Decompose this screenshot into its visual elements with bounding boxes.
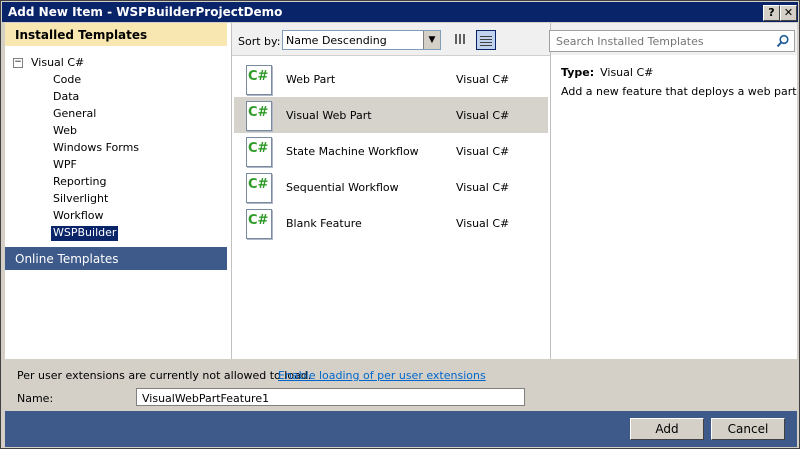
search-bar [549, 23, 797, 55]
sort-dropdown[interactable]: Name Descending ▼ [282, 30, 441, 50]
tree-item-data[interactable]: Data [51, 90, 81, 105]
tree-root-visual-csharp[interactable]: − Visual C# [13, 56, 84, 69]
help-button[interactable]: ? [763, 5, 780, 21]
template-description: Add a new feature that deploys a web par… [561, 85, 797, 98]
template-name: Visual Web Part [286, 109, 372, 122]
tree-item-silverlight[interactable]: Silverlight [51, 192, 110, 207]
collapse-icon[interactable]: − [13, 58, 23, 68]
small-icons-view-button[interactable] [451, 30, 469, 48]
template-row[interactable]: C# Visual Web Part Visual C# [234, 97, 548, 133]
sort-dropdown-value: Name Descending [286, 34, 387, 47]
csharp-file-icon: C# [246, 209, 272, 239]
small-icons-view-icon [455, 34, 465, 44]
csharp-icon-text: C# [248, 213, 269, 228]
close-button[interactable]: ✕ [780, 5, 797, 21]
tree-item-web[interactable]: Web [51, 124, 79, 139]
installed-templates-header[interactable]: Installed Templates [5, 23, 227, 46]
tree-item-code[interactable]: Code [51, 73, 83, 88]
sort-by-label: Sort by: [238, 35, 281, 48]
template-row[interactable]: C# State Machine Workflow Visual C# [234, 133, 548, 169]
tree-item-reporting[interactable]: Reporting [51, 175, 108, 190]
template-name: Sequential Workflow [286, 181, 399, 194]
template-language: Visual C# [456, 217, 510, 230]
add-button[interactable]: Add [630, 418, 704, 440]
template-name: Blank Feature [286, 217, 362, 230]
enable-extensions-link[interactable]: Enable loading of per user extensions [278, 369, 486, 382]
name-section: Per user extensions are currently not al… [5, 359, 797, 411]
csharp-file-icon: C# [246, 65, 272, 95]
online-templates-header[interactable]: Online Templates [5, 247, 227, 270]
templates-list-pane: Sort by: Name Descending ▼ C# Web Part Vis… [231, 23, 551, 359]
tree-item-windows-forms[interactable]: Windows Forms [51, 141, 141, 156]
dialog-content: Installed Templates − Visual C# Code Data G… [5, 23, 797, 359]
csharp-icon-text: C# [248, 69, 269, 84]
tree-item-wspbuilder[interactable]: WSPBuilder [51, 226, 119, 241]
csharp-icon-text: C# [248, 141, 269, 156]
chevron-down-icon[interactable]: ▼ [423, 31, 440, 49]
template-categories-pane: Installed Templates − Visual C# Code Data G… [5, 23, 227, 359]
tree-item-wpf[interactable]: WPF [51, 158, 79, 173]
extensions-message: Per user extensions are currently not al… [17, 369, 312, 382]
csharp-icon-text: C# [248, 177, 269, 192]
name-field-box[interactable] [136, 388, 525, 406]
csharp-file-icon: C# [246, 137, 272, 167]
dialog-footer: Add Cancel [5, 411, 797, 447]
template-language: Visual C# [456, 181, 510, 194]
search-input[interactable] [554, 33, 770, 49]
dialog-title: Add New Item - WSPBuilderProjectDemo [8, 5, 283, 19]
add-new-item-dialog: Add New Item - WSPBuilderProjectDemo ? ✕… [0, 0, 800, 449]
name-label: Name: [17, 392, 54, 405]
sort-toolbar: Sort by: Name Descending ▼ [232, 23, 550, 56]
csharp-file-icon: C# [246, 101, 272, 131]
template-row[interactable]: C# Sequential Workflow Visual C# [234, 169, 548, 205]
template-row[interactable]: C# Web Part Visual C# [234, 61, 548, 97]
search-icon[interactable] [776, 34, 790, 48]
name-field[interactable] [140, 390, 524, 406]
template-language: Visual C# [456, 109, 510, 122]
template-language: Visual C# [456, 73, 510, 86]
template-row[interactable]: C# Blank Feature Visual C# [234, 205, 548, 241]
title-bar: Add New Item - WSPBuilderProjectDemo ? ✕ [2, 2, 798, 22]
list-view-icon [480, 34, 492, 46]
list-view-button[interactable] [476, 30, 496, 50]
type-label: Type: [561, 66, 595, 79]
template-type-line: Type: Visual C# [561, 66, 653, 79]
type-value: Visual C# [600, 66, 654, 79]
tree-root-label: Visual C# [31, 56, 85, 69]
cancel-button[interactable]: Cancel [711, 418, 785, 440]
csharp-icon-text: C# [248, 105, 269, 120]
tree-item-general[interactable]: General [51, 107, 98, 122]
template-details-pane: Type: Visual C# Add a new feature that de… [549, 23, 797, 359]
csharp-file-icon: C# [246, 173, 272, 203]
template-name: State Machine Workflow [286, 145, 419, 158]
template-name: Web Part [286, 73, 336, 86]
tree-item-workflow[interactable]: Workflow [51, 209, 106, 224]
search-installed-templates-box[interactable] [549, 30, 795, 52]
template-language: Visual C# [456, 145, 510, 158]
